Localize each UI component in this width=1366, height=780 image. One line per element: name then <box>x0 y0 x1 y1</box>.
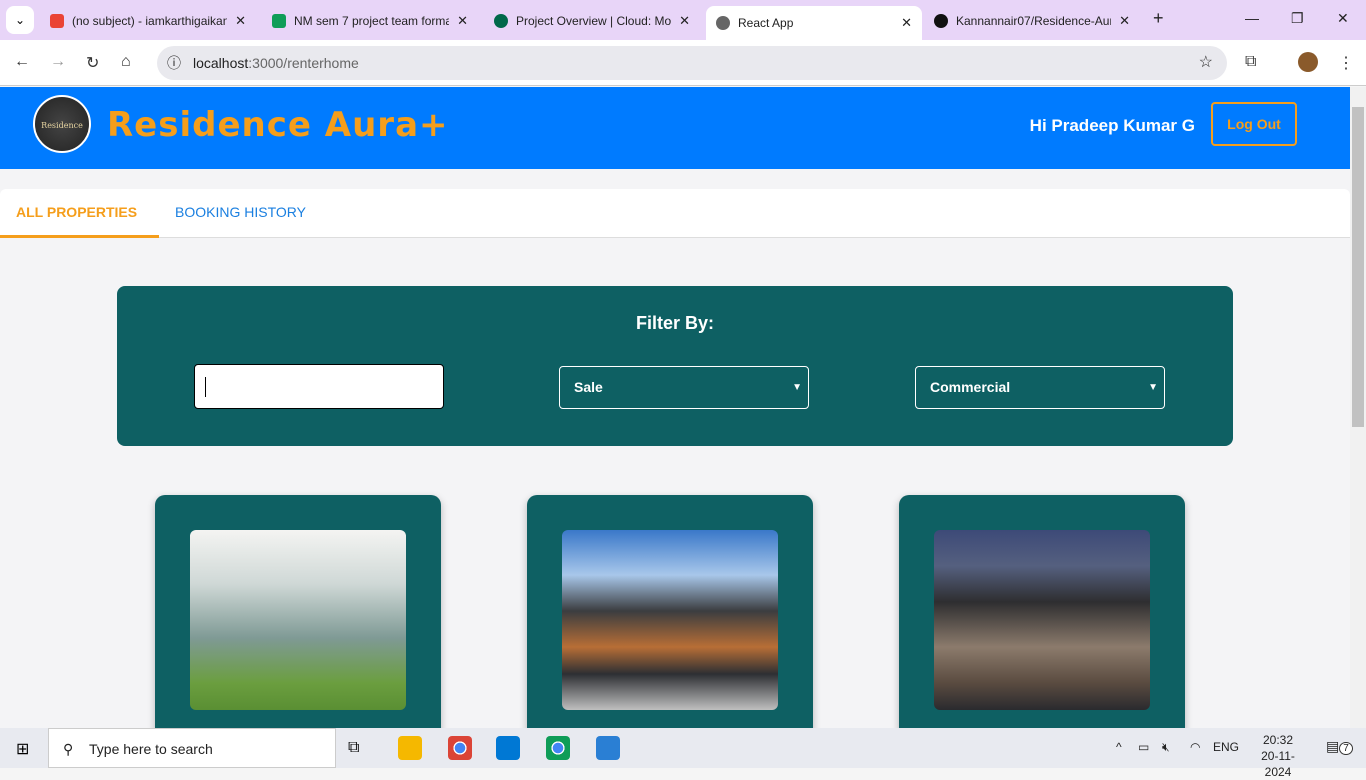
page-content: Residence Residence Aura+ Hi Pradeep Kum… <box>0 87 1350 728</box>
github-icon <box>934 14 948 28</box>
sheets-icon <box>272 14 286 28</box>
app-header: Residence Residence Aura+ Hi Pradeep Kum… <box>0 87 1350 169</box>
windows-start-icon[interactable]: ⊞ <box>16 739 29 759</box>
forward-icon[interactable]: → <box>50 53 66 71</box>
reload-icon[interactable]: ↻ <box>86 53 99 73</box>
task-view-icon[interactable]: ⧉ <box>348 736 372 760</box>
scrollbar-thumb[interactable] <box>1352 107 1364 427</box>
menu-icon[interactable]: ⋮ <box>1338 53 1354 73</box>
tab-booking-history[interactable]: BOOKING HISTORY <box>159 189 322 238</box>
property-card[interactable] <box>155 495 441 728</box>
extensions-icon[interactable]: ⧉ <box>1245 53 1256 71</box>
greeting: Hi Pradeep Kumar G <box>1029 116 1195 135</box>
file-explorer-icon[interactable] <box>398 736 422 760</box>
browser-tab-active[interactable]: React App ✕ <box>706 6 922 40</box>
close-icon[interactable]: ✕ <box>901 15 912 31</box>
gmail-icon <box>50 14 64 28</box>
chevron-down-icon: ▼ <box>1148 382 1158 393</box>
info-icon: ⓘ <box>167 55 181 71</box>
globe-icon <box>716 16 730 30</box>
browser-tab[interactable]: (no subject) - iamkarthigaikannan✕ <box>40 6 256 36</box>
notification-icon[interactable]: ▤ 7 <box>1326 738 1353 755</box>
url-bar[interactable]: ⓘ localhost:3000/renterhome ☆ <box>157 46 1227 80</box>
address-bar-row: ← → ↻ ⌂ ⓘ localhost:3000/renterhome ☆ ⧉ ⋮ <box>0 40 1366 86</box>
battery-icon[interactable]: ▭ <box>1138 740 1149 754</box>
browser-tab[interactable]: Project Overview | Cloud: MongoDB✕ <box>484 6 700 36</box>
close-icon[interactable]: ✕ <box>457 13 468 29</box>
new-tab-button[interactable]: + <box>1153 8 1164 29</box>
property-image <box>934 530 1150 710</box>
mongodb-icon <box>494 14 508 28</box>
property-card[interactable] <box>899 495 1185 728</box>
home-icon[interactable]: ⌂ <box>121 53 131 71</box>
search-icon: ⚲ <box>63 741 74 757</box>
profile-avatar[interactable] <box>1298 52 1318 72</box>
restore-button[interactable]: ❐ <box>1291 10 1304 27</box>
close-window-button[interactable]: ✕ <box>1337 10 1349 27</box>
filter-title: Filter By: <box>635 313 714 333</box>
close-icon[interactable]: ✕ <box>679 13 690 29</box>
chevron-up-icon[interactable]: ^ <box>1116 740 1122 754</box>
filter-panel: Filter By: Sale ▼ Commercial ▼ <box>117 286 1233 446</box>
property-card[interactable] <box>527 495 813 728</box>
language-indicator[interactable]: ENG <box>1213 740 1239 754</box>
chrome-icon[interactable] <box>546 736 570 760</box>
wifi-icon[interactable]: ◠ <box>1190 740 1200 754</box>
clock[interactable]: 20:32 20-11-2024 <box>1250 732 1306 780</box>
ad-type-select[interactable]: Sale ▼ <box>559 366 809 409</box>
brand-title: Residence Aura+ <box>107 105 449 145</box>
chevron-down-icon: ▼ <box>792 382 802 393</box>
chrome-icon[interactable] <box>448 736 472 760</box>
taskbar-search[interactable]: ⚲ Type here to search <box>48 728 336 768</box>
logo: Residence <box>33 95 91 153</box>
scrollbar[interactable] <box>1350 87 1366 728</box>
logout-button[interactable]: Log Out <box>1211 102 1297 146</box>
browser-tab[interactable]: Kannannair07/Residence-Aura ✕ <box>924 6 1140 36</box>
mute-icon[interactable]: 🔇︎ <box>1162 740 1170 755</box>
star-icon[interactable]: ☆ <box>1199 46 1213 80</box>
tabs: ALL PROPERTIES BOOKING HISTORY <box>0 189 1350 238</box>
taskbar: ⊞ ⚲ Type here to search ⧉ ^ ▭ 🔇︎ ◠ ENG 20… <box>0 728 1366 779</box>
property-type-select[interactable]: Commercial ▼ <box>915 366 1165 409</box>
property-image <box>190 530 406 710</box>
close-icon[interactable]: ✕ <box>235 13 246 29</box>
browser-tab[interactable]: NM sem 7 project team formation✕ <box>262 6 478 36</box>
address-search-input[interactable] <box>194 364 444 409</box>
tab-all-properties[interactable]: ALL PROPERTIES <box>0 189 159 238</box>
close-icon[interactable]: ✕ <box>1119 13 1130 29</box>
photos-icon[interactable] <box>596 736 620 760</box>
property-image <box>562 530 778 710</box>
tab-search-button[interactable]: ⌄ <box>6 6 34 34</box>
vscode-icon[interactable] <box>496 736 520 760</box>
back-icon[interactable]: ← <box>14 53 30 71</box>
text-caret <box>205 377 206 397</box>
browser-tab-bar: ⌄ (no subject) - iamkarthigaikannan✕ NM … <box>0 0 1366 40</box>
minimize-button[interactable]: — <box>1245 10 1259 26</box>
